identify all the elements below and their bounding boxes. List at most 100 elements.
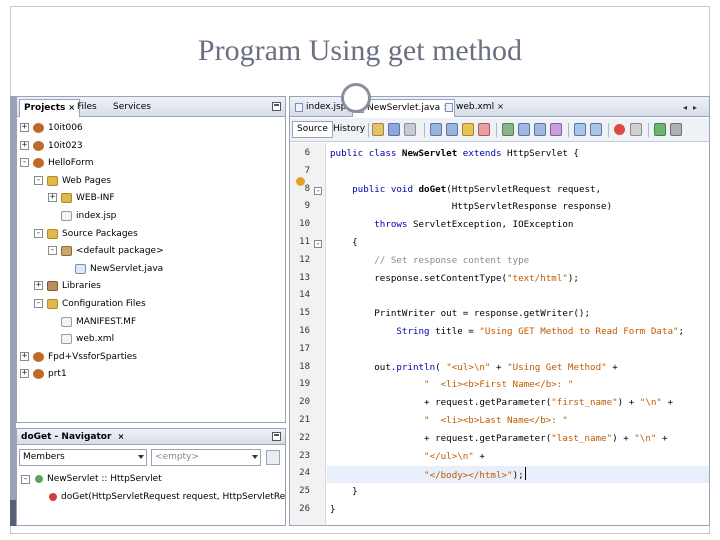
code-token: + request.getParameter( <box>330 432 552 444</box>
find-selection-icon[interactable] <box>462 123 474 136</box>
toggle-highlight-icon[interactable] <box>478 123 490 136</box>
tab-services[interactable]: Services <box>109 99 155 117</box>
collapse-icon[interactable]: - <box>21 475 30 484</box>
scope-filter-select[interactable]: <empty> <box>151 449 261 466</box>
tree-item[interactable]: + Fpd+VssforSparties <box>20 348 270 366</box>
tree-item-label: MANIFEST.MF <box>76 316 137 327</box>
code-token: PrintWriter out = response.getWriter(); <box>330 308 590 320</box>
code-token: public void <box>330 183 419 195</box>
code-token: + <box>473 450 485 462</box>
scroll-right-icon[interactable]: ▸ <box>693 103 697 112</box>
line-number: 26 <box>299 504 310 514</box>
navigator-item-label: NewServlet :: HttpServlet <box>47 474 162 484</box>
fold-icon[interactable]: - <box>314 240 322 248</box>
tree-item[interactable]: + Libraries <box>34 277 284 295</box>
code-token: ); <box>567 272 579 284</box>
tree-item[interactable]: - Configuration Files <box>34 295 284 313</box>
fold-icon[interactable]: - <box>314 186 322 195</box>
file-icon <box>295 103 303 112</box>
tree-item[interactable]: +10it006 <box>20 119 270 137</box>
members-filter-select[interactable]: Members <box>19 449 147 466</box>
collapse-icon[interactable]: - <box>48 246 57 256</box>
expand-icon[interactable]: + <box>20 123 29 132</box>
collapse-icon[interactable]: - <box>34 299 43 308</box>
scroll-left-icon[interactable]: ◂ <box>683 103 687 112</box>
collapse-icon[interactable]: - <box>20 158 29 168</box>
tree-item[interactable]: - Web Pages <box>34 172 284 190</box>
toolbar-separator <box>368 123 369 137</box>
previous-bookmark-icon[interactable] <box>518 123 530 136</box>
toolbar-separator <box>608 123 609 137</box>
find-next-icon[interactable] <box>446 123 458 136</box>
tab-web-xml[interactable]: web.xml × <box>442 99 508 117</box>
shift-left-icon[interactable] <box>550 123 562 136</box>
project-icon <box>33 369 44 380</box>
scope-filter-value: <empty> <box>155 452 199 462</box>
code-line: { <box>330 234 358 252</box>
code-token: HttpServletResponse response) <box>330 201 613 213</box>
expand-icon[interactable]: + <box>48 193 57 203</box>
code-line: public class NewServlet extends HttpServ… <box>330 145 579 163</box>
tab-files-label: Files <box>77 102 97 112</box>
tree-item[interactable]: index.jsp <box>48 207 285 225</box>
tree-item[interactable]: + prt1 <box>20 365 270 383</box>
tree-item[interactable]: + WEB-INF <box>48 189 285 207</box>
line-number: 25 <box>299 486 310 497</box>
expand-icon[interactable]: + <box>20 369 29 379</box>
code-area[interactable]: public class NewServlet extends HttpServ… <box>327 143 709 525</box>
class-icon <box>35 475 43 483</box>
expand-icon[interactable]: + <box>20 140 29 150</box>
toggle-bookmark-icon[interactable] <box>502 123 514 136</box>
project-icon <box>33 158 44 169</box>
start-macro-icon[interactable] <box>614 124 625 135</box>
tree-item[interactable]: NewServlet.java <box>62 260 285 278</box>
tree-item-label: Configuration Files <box>62 299 146 309</box>
tree-item[interactable]: +10it023 <box>20 137 270 155</box>
code-line: String title = "Using GET Method to Read… <box>330 323 684 341</box>
last-edit-icon[interactable] <box>372 123 384 136</box>
code-token: println <box>396 361 436 373</box>
collapse-icon[interactable]: - <box>34 175 43 185</box>
comment-icon[interactable] <box>654 123 666 136</box>
close-icon[interactable]: × <box>497 102 504 111</box>
tab-projects[interactable]: Projects × <box>19 99 81 117</box>
text-cursor <box>524 467 526 481</box>
minimize-window-icon[interactable] <box>272 102 281 111</box>
toolbar-separator <box>496 123 497 137</box>
code-token: + <box>606 361 618 373</box>
code-token: } <box>330 504 336 515</box>
tree-item-label: 10it023 <box>48 140 83 151</box>
line-number: 22 <box>299 432 310 443</box>
collapse-icon[interactable]: - <box>34 228 43 238</box>
find-previous-icon[interactable] <box>430 123 442 136</box>
forward-icon[interactable] <box>404 123 416 136</box>
code-token: public class <box>330 148 402 159</box>
tree-item-label: Libraries <box>62 281 101 292</box>
history-button[interactable]: History <box>328 121 370 138</box>
stop-macro-icon[interactable] <box>630 123 642 136</box>
shift-line-right-icon[interactable] <box>590 123 602 136</box>
shift-line-left-icon[interactable] <box>574 123 586 136</box>
tree-item[interactable]: - Source Packages <box>34 225 284 243</box>
tree-item-label: NewServlet.java <box>90 263 164 274</box>
minimize-window-icon[interactable] <box>272 432 281 441</box>
package-icon <box>61 246 72 257</box>
close-icon[interactable]: × <box>118 432 125 441</box>
code-token: "<ul>\n" <box>446 361 491 373</box>
tab-files[interactable]: Files <box>73 99 101 117</box>
line-number: 7 <box>304 165 310 176</box>
expand-icon[interactable]: + <box>20 351 29 361</box>
tree-item[interactable]: web.xml <box>48 330 285 348</box>
uncomment-icon[interactable] <box>670 123 682 136</box>
tree-item[interactable]: - HelloForm <box>20 154 270 172</box>
back-icon[interactable] <box>388 123 400 136</box>
tree-item-label: 10it006 <box>48 123 83 133</box>
navigator-settings-icon[interactable] <box>266 450 280 465</box>
tree-item[interactable]: - <default package> <box>48 242 285 260</box>
tree-item[interactable]: MANIFEST.MF <box>48 313 285 331</box>
expand-icon[interactable]: + <box>34 281 43 291</box>
source-button[interactable]: Source <box>292 121 333 138</box>
next-bookmark-icon[interactable] <box>534 123 546 136</box>
